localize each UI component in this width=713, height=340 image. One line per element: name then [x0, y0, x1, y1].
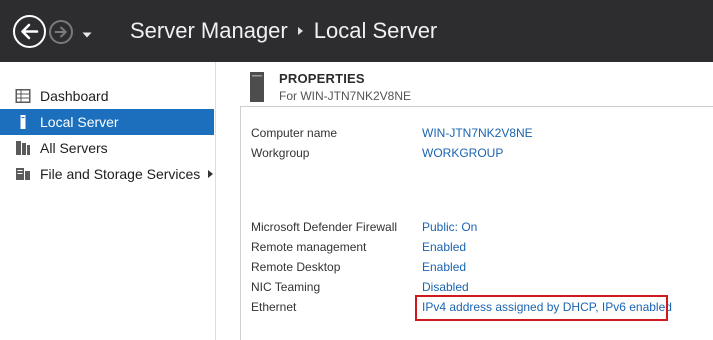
- properties-header: PROPERTIES For WIN-JTN7NK2V8NE: [242, 68, 708, 106]
- back-button[interactable]: [13, 15, 46, 48]
- property-value-link[interactable]: Enabled: [422, 240, 466, 254]
- breadcrumb-separator-icon: [297, 27, 303, 35]
- property-row-workgroup: Workgroup WORKGROUP: [251, 146, 711, 164]
- properties-subtitle: For WIN-JTN7NK2V8NE: [279, 89, 412, 103]
- sidebar-item-label: File and Storage Services: [40, 166, 201, 182]
- property-value-link[interactable]: Public: On: [422, 220, 477, 234]
- sidebar-item-all-servers[interactable]: All Servers: [0, 135, 214, 161]
- chevron-down-icon: [82, 32, 92, 38]
- properties-title: PROPERTIES: [279, 71, 365, 86]
- server-icon: [15, 114, 31, 130]
- property-value-link[interactable]: Enabled: [422, 260, 466, 274]
- page-title: Local Server: [313, 18, 438, 43]
- property-row-remote-desktop: Remote Desktop Enabled: [251, 260, 711, 278]
- property-label: Microsoft Defender Firewall: [251, 220, 398, 234]
- history-dropdown-button[interactable]: [81, 27, 93, 38]
- server-tile-icon: [250, 72, 264, 102]
- servers-icon: [15, 140, 31, 156]
- property-label: Workgroup: [251, 146, 310, 160]
- properties-panel: Computer name WIN-JTN7NK2V8NE Workgroup …: [240, 106, 713, 340]
- property-row-ethernet: Ethernet IPv4 address assigned by DHCP, …: [251, 300, 711, 318]
- sidebar-item-label: Dashboard: [40, 88, 109, 104]
- title-bar: Server Manager Local Server: [0, 0, 713, 62]
- sidebar-item-local-server[interactable]: Local Server: [0, 109, 214, 135]
- main-content: PROPERTIES For WIN-JTN7NK2V8NE Computer …: [217, 62, 713, 340]
- sidebar: Dashboard Local Server All Servers File …: [0, 62, 216, 340]
- breadcrumb: Server Manager Local Server: [130, 14, 437, 48]
- property-label: Ethernet: [251, 300, 297, 314]
- property-value-link[interactable]: WIN-JTN7NK2V8NE: [422, 126, 533, 140]
- sidebar-item-file-and-storage-services[interactable]: File and Storage Services: [0, 161, 214, 187]
- app-title: Server Manager: [130, 18, 288, 43]
- property-value-link[interactable]: WORKGROUP: [422, 146, 503, 160]
- property-label: Remote management: [251, 240, 367, 254]
- property-value-link[interactable]: Disabled: [422, 280, 469, 294]
- dashboard-icon: [15, 88, 31, 104]
- sidebar-item-label: Local Server: [40, 114, 119, 130]
- property-label: NIC Teaming: [251, 280, 321, 294]
- property-value-link[interactable]: IPv4 address assigned by DHCP, IPv6 enab…: [422, 300, 672, 314]
- property-row-computer-name: Computer name WIN-JTN7NK2V8NE: [251, 126, 711, 144]
- arrow-right-icon: [54, 26, 67, 38]
- storage-icon: [15, 166, 31, 182]
- sidebar-item-label: All Servers: [40, 140, 108, 156]
- property-row-remote-management: Remote management Enabled: [251, 240, 711, 258]
- forward-button[interactable]: [49, 20, 73, 44]
- property-row-firewall: Microsoft Defender Firewall Public: On: [251, 220, 711, 238]
- sidebar-item-dashboard[interactable]: Dashboard: [0, 83, 214, 109]
- property-label: Computer name: [251, 126, 338, 140]
- property-row-nic-teaming: NIC Teaming Disabled: [251, 280, 711, 298]
- chevron-right-icon[interactable]: [208, 170, 214, 178]
- property-label: Remote Desktop: [251, 260, 341, 274]
- arrow-left-icon: [21, 23, 39, 40]
